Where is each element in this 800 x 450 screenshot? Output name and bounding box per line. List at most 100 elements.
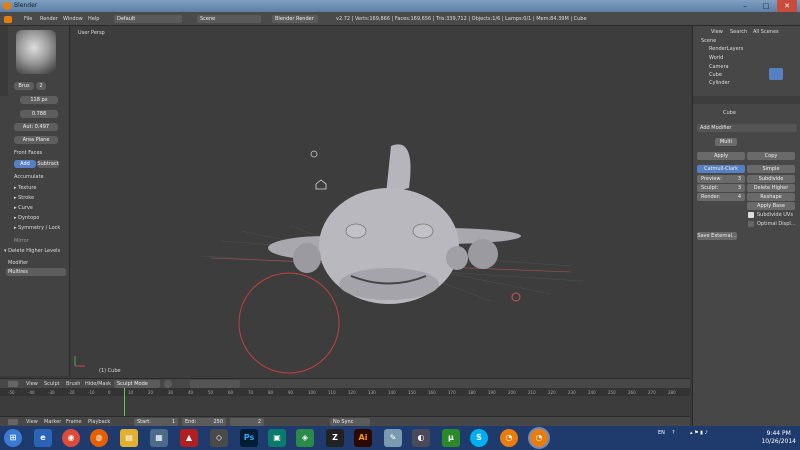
render-preview-icon[interactable] [769, 68, 783, 80]
3d-viewport[interactable]: User Persp (1) Cube [71, 26, 691, 378]
zbrush-icon[interactable]: Z [326, 429, 344, 447]
outliner-tab-view[interactable]: View [711, 29, 723, 35]
brush-name-field[interactable]: Brus [14, 82, 34, 90]
minimize-icon[interactable]: – [735, 0, 755, 12]
scene-select[interactable]: Scene [197, 15, 261, 23]
photoshop-icon[interactable]: Ps [240, 429, 258, 447]
preview-levels-field[interactable]: Preview: 3 [697, 175, 745, 183]
maximize-icon[interactable]: □ [756, 0, 776, 12]
autosmooth-slider[interactable]: Aut: 0.497 [14, 123, 58, 131]
file-explorer-icon[interactable]: ▤ [120, 429, 138, 447]
menu-sculpt[interactable]: Sculpt [44, 381, 60, 387]
end-frame-field[interactable]: End: 250 [182, 418, 226, 426]
copy-button[interactable]: Copy [747, 152, 795, 160]
menu-playback[interactable]: Playback [88, 419, 110, 425]
outliner-camera[interactable]: Camera [709, 64, 729, 70]
reshape-button[interactable]: Reshape [747, 193, 795, 201]
add-direction-button[interactable]: Add [14, 160, 36, 168]
editor-type-icon[interactable] [4, 16, 12, 23]
delete-higher-button[interactable]: Delete Higher [747, 184, 795, 192]
menu-view[interactable]: View [26, 381, 38, 387]
accumulate-toggle[interactable]: Accumulate [14, 174, 44, 180]
outliner-scene[interactable]: Scene [701, 38, 716, 44]
outliner-cylinder[interactable]: Cylinder [709, 80, 730, 86]
blender-icon[interactable]: ◔ [500, 429, 518, 447]
subdivide-uvs-checkbox[interactable] [748, 212, 754, 218]
current-frame-marker[interactable] [124, 388, 125, 416]
app-icon[interactable]: ◈ [296, 429, 314, 447]
delete-higher-operator[interactable]: ▾ Delete Higher Levels [4, 248, 60, 254]
illustrator-icon[interactable]: Ai [354, 429, 372, 447]
modifier-field[interactable]: Multires [6, 268, 66, 276]
blender-active-icon[interactable]: ◔ [530, 429, 548, 447]
subtract-direction-button[interactable]: Subtract [37, 160, 59, 168]
mode-select[interactable]: Sculpt Mode [114, 380, 160, 388]
app-icon[interactable]: ▦ [150, 429, 168, 447]
shelf-tabs[interactable] [0, 26, 8, 96]
section-curve[interactable]: ▸ Curve [14, 205, 33, 211]
menu-view[interactable]: View [26, 419, 38, 425]
layout-select[interactable]: Default [114, 15, 182, 23]
menu-help[interactable]: Help [88, 16, 99, 22]
engine-select[interactable]: Blender Render [272, 15, 318, 23]
app-icon[interactable]: ◇ [210, 429, 228, 447]
simple-button[interactable]: Simple [747, 165, 795, 173]
menu-frame[interactable]: Frame [66, 419, 82, 425]
menu-file[interactable]: File [24, 16, 32, 22]
sculpt-plane-select[interactable]: Area Plane [14, 136, 58, 144]
menu-render[interactable]: Render [40, 16, 58, 22]
strength-slider[interactable]: 0.788 [20, 110, 58, 118]
brush-preview[interactable] [16, 30, 56, 74]
outliner-cube[interactable]: Cube [709, 72, 722, 78]
menu-window[interactable]: Window [63, 16, 83, 22]
apply-button[interactable]: Apply [697, 152, 745, 160]
sync-select[interactable]: No Sync [330, 418, 370, 426]
editor-type-icon[interactable] [8, 419, 18, 425]
section-symmetry[interactable]: ▸ Symmetry / Lock [14, 225, 60, 231]
language-indicator[interactable]: EN [658, 430, 665, 436]
menu-hide-mask[interactable]: Hide/Mask [85, 381, 111, 387]
app-icon[interactable]: ▣ [268, 429, 286, 447]
outliner-tab-search[interactable]: Search [730, 29, 747, 35]
start-button-icon[interactable]: ⊞ [4, 429, 22, 447]
brush-users[interactable]: 2 [36, 82, 46, 90]
subdivide-button[interactable]: Subdivide [747, 175, 795, 183]
section-stroke[interactable]: ▸ Stroke [14, 195, 34, 201]
apply-base-button[interactable]: Apply Base [747, 202, 795, 210]
utorrent-icon[interactable]: µ [442, 429, 460, 447]
skype-icon[interactable]: S [470, 429, 488, 447]
firefox-icon[interactable]: ◍ [90, 429, 108, 447]
render-levels-field[interactable]: Render: 4 [697, 193, 745, 201]
sculpt-levels-field[interactable]: Sculpt: 3 [697, 184, 745, 192]
chrome-icon[interactable]: ◉ [62, 429, 80, 447]
section-texture[interactable]: ▸ Texture [14, 185, 36, 191]
radius-slider[interactable]: 118 px [20, 96, 58, 104]
start-frame-field[interactable]: Start: 1 [134, 418, 178, 426]
modifier-name-field[interactable]: Multi [715, 138, 737, 146]
current-frame-field[interactable]: 2 [230, 418, 264, 426]
outliner-world[interactable]: World [709, 55, 723, 61]
optimal-display-checkbox[interactable] [748, 221, 754, 227]
add-modifier-select[interactable]: Add Modifier [697, 124, 797, 132]
layer-buttons[interactable] [190, 380, 240, 388]
timeline[interactable]: -50 -40 -30 -20 -10 0 10 20 30 40 50 60 70 80 90 100 110… [0, 388, 690, 416]
menu-brush[interactable]: Brush [66, 381, 80, 387]
save-external-button[interactable]: Save External... [697, 232, 737, 240]
catmull-clark-button[interactable]: Catmull-Clark [697, 165, 745, 173]
outliner-renderlayers[interactable]: RenderLayers [709, 46, 743, 52]
system-tray-icons[interactable]: ▴ ⚑ ▮ ♪ [690, 430, 708, 436]
clock[interactable]: 9:44 PM 10/26/2014 [761, 430, 796, 446]
front-faces-toggle[interactable]: Front Faces [14, 150, 42, 156]
help-icon[interactable]: ? [672, 430, 675, 436]
app-icon[interactable]: ◐ [412, 429, 430, 447]
section-dyntopo[interactable]: ▸ Dyntopo [14, 215, 39, 221]
close-icon[interactable]: ✕ [777, 0, 797, 12]
menu-marker[interactable]: Marker [44, 419, 61, 425]
internet-explorer-icon[interactable]: e [34, 429, 52, 447]
autodesk-icon[interactable]: ▲ [180, 429, 198, 447]
shading-select[interactable] [164, 380, 172, 388]
3d-cursor-icon[interactable] [511, 292, 521, 302]
app-icon[interactable]: ✎ [384, 429, 402, 447]
properties-tabs[interactable] [693, 96, 800, 104]
editor-type-icon[interactable] [8, 381, 18, 387]
